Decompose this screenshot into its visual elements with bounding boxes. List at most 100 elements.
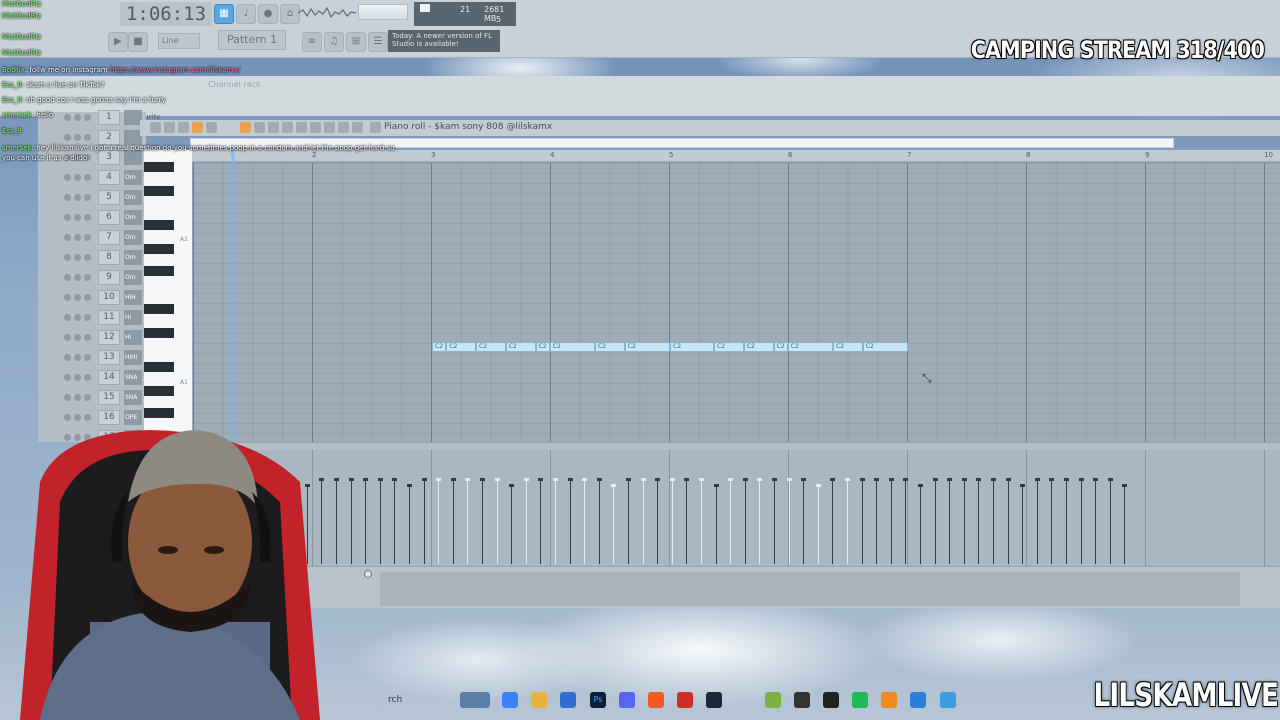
channel-led-icon[interactable] <box>64 354 71 361</box>
midi-note[interactable]: C2 <box>773 342 788 352</box>
channel-row[interactable]: 9 Om <box>20 268 148 286</box>
channel-name[interactable]: SNA <box>124 390 142 405</box>
channel-led-icon[interactable] <box>64 114 71 121</box>
velocity-stem[interactable] <box>450 478 456 564</box>
stop-button[interactable]: ■ <box>128 32 148 52</box>
channel-name[interactable]: Om <box>124 270 142 285</box>
midi-note[interactable]: C2 <box>714 342 744 352</box>
channel-name[interactable]: HiHi <box>124 350 142 365</box>
black-key[interactable] <box>144 220 174 230</box>
velocity-stem[interactable] <box>363 478 369 564</box>
pan-knob-icon[interactable] <box>74 174 81 181</box>
mixer-track-number[interactable]: 14 <box>98 370 120 385</box>
pan-knob-icon[interactable] <box>74 214 81 221</box>
velocity-stem[interactable] <box>699 478 704 564</box>
velocity-stem[interactable] <box>465 478 471 564</box>
wrench-icon[interactable] <box>370 122 381 133</box>
channel-row[interactable]: 11 Hi <box>20 308 148 326</box>
velocity-stem[interactable] <box>874 478 880 564</box>
pan-knob-icon[interactable] <box>74 114 81 121</box>
channel-led-icon[interactable] <box>64 234 71 241</box>
midi-note[interactable]: C2 <box>862 342 908 352</box>
mixer-track-number[interactable]: 9 <box>98 270 120 285</box>
velocity-stem[interactable] <box>772 478 777 564</box>
channel-led-icon[interactable] <box>64 374 71 381</box>
fl-studio-icon[interactable] <box>881 692 897 708</box>
velocity-stem[interactable] <box>523 478 529 564</box>
pan-knob-icon[interactable] <box>74 274 81 281</box>
channel-led-icon[interactable] <box>64 414 71 421</box>
menu-arrow-icon[interactable] <box>150 122 161 133</box>
channel-name[interactable] <box>124 150 142 165</box>
pan-knob-icon[interactable] <box>74 334 81 341</box>
widgets-icon[interactable] <box>460 692 490 708</box>
midi-note[interactable]: C2 <box>535 342 550 352</box>
midi-note[interactable]: C2 <box>505 342 536 352</box>
notepad-icon[interactable] <box>940 692 956 708</box>
midi-note[interactable]: C2 <box>743 342 774 352</box>
pan-knob-icon[interactable] <box>74 314 81 321</box>
select-tool-icon[interactable] <box>324 122 335 133</box>
store-icon[interactable] <box>560 692 576 708</box>
black-key[interactable] <box>144 408 174 418</box>
zoom-tool-icon[interactable] <box>338 122 349 133</box>
play-button[interactable]: ▶ <box>108 32 128 52</box>
file-explorer-icon[interactable] <box>531 692 547 708</box>
draw-tool-icon[interactable] <box>240 122 251 133</box>
velocity-stem[interactable] <box>903 478 909 564</box>
taskbar-search[interactable]: rch <box>388 695 402 705</box>
channel-led-icon[interactable] <box>64 294 71 301</box>
velocity-stem[interactable] <box>1034 478 1040 564</box>
channel-row[interactable]: 4 Om <box>20 168 148 186</box>
velocity-stem[interactable] <box>392 478 398 564</box>
velocity-stem[interactable] <box>1107 478 1113 564</box>
velocity-stem[interactable] <box>815 484 821 564</box>
pattern-selector[interactable]: Pattern 1 <box>218 30 286 50</box>
brave-icon[interactable] <box>648 692 664 708</box>
capcut-icon[interactable] <box>823 692 839 708</box>
slice-tool-icon[interactable] <box>310 122 321 133</box>
channel-row[interactable]: 15 SNA <box>20 388 148 406</box>
midi-note[interactable]: C2 <box>624 342 670 352</box>
magnet-snap-icon[interactable] <box>192 122 203 133</box>
midi-note[interactable]: C2 <box>432 342 447 352</box>
channel-name[interactable]: Hi <box>124 310 142 325</box>
velocity-stem[interactable] <box>1064 478 1069 564</box>
velocity-stem[interactable] <box>947 478 953 564</box>
metronome-icon[interactable]: ⌂ <box>280 4 300 24</box>
black-key[interactable] <box>144 244 174 254</box>
volume-knob-icon[interactable] <box>84 354 91 361</box>
velocity-stem[interactable] <box>932 478 938 564</box>
volume-knob-icon[interactable] <box>84 174 91 181</box>
mixer-track-number[interactable]: 15 <box>98 390 120 405</box>
mixer-track-number[interactable]: 3 <box>98 150 120 165</box>
mixer-track-number[interactable]: 10 <box>98 290 120 305</box>
velocity-stem[interactable] <box>713 484 719 564</box>
channel-row[interactable]: 7 Om <box>20 228 148 246</box>
velocity-stem[interactable] <box>421 478 427 564</box>
playback-tool-icon[interactable] <box>352 122 363 133</box>
copilot-icon[interactable] <box>502 692 518 708</box>
velocity-stem[interactable] <box>801 478 807 564</box>
volume-knob-icon[interactable] <box>84 134 91 141</box>
black-key[interactable] <box>144 186 174 196</box>
note-grid[interactable] <box>193 163 1280 442</box>
volume-knob-icon[interactable] <box>84 374 91 381</box>
velocity-stem[interactable] <box>626 478 631 564</box>
channel-name[interactable]: Om <box>124 170 142 185</box>
delete-tool-icon[interactable] <box>268 122 279 133</box>
midi-note[interactable]: C2 <box>787 342 834 352</box>
velocity-stem[interactable] <box>655 478 661 564</box>
volume-knob-icon[interactable] <box>84 274 91 281</box>
tempo-button[interactable]: ♩ <box>236 4 256 24</box>
velocity-stem[interactable] <box>436 478 442 564</box>
pattern-mode-button[interactable]: ▦ <box>214 4 234 24</box>
zoom-knob[interactable] <box>364 570 372 578</box>
velocity-stem[interactable] <box>976 478 982 564</box>
pan-knob-icon[interactable] <box>74 354 81 361</box>
channel-row[interactable]: 10 HiH <box>20 288 148 306</box>
browser-button[interactable]: ☰ <box>368 32 388 52</box>
channel-led-icon[interactable] <box>64 214 71 221</box>
volume-knob-icon[interactable] <box>84 254 91 261</box>
channel-row[interactable]: 14 SNA <box>20 368 148 386</box>
